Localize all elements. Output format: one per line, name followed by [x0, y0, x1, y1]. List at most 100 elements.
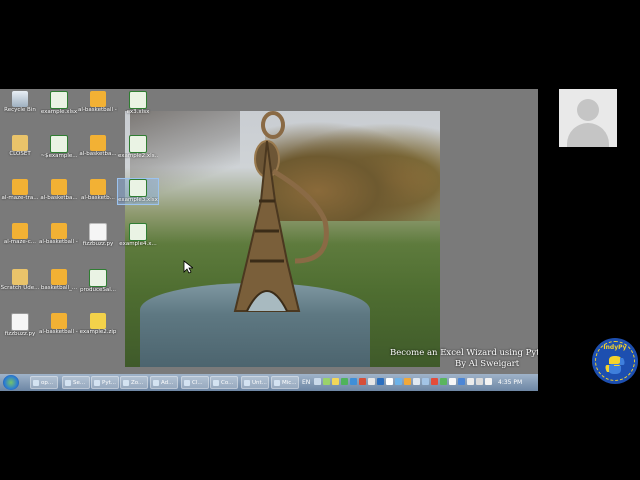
scratch-file-icon — [51, 269, 67, 285]
tray-app-icon[interactable] — [332, 378, 339, 385]
taskbar-button[interactable]: Unt... — [241, 376, 269, 389]
scratch-file-icon — [90, 91, 106, 107]
excel-file-icon — [50, 135, 68, 153]
desktop-icon[interactable]: example3.xlsx — [117, 178, 159, 205]
desktop-icon[interactable]: al-basketball - Copy (2).s... — [39, 313, 79, 336]
scratch-file-icon — [51, 179, 67, 195]
start-button[interactable] — [3, 375, 19, 390]
tray-app-icon[interactable] — [368, 378, 375, 385]
desktop-icon-label: ~$example... — [40, 153, 78, 159]
python-file-icon — [11, 313, 29, 331]
desktop-icon[interactable]: basketball_... — [39, 269, 79, 292]
tray-app-icon[interactable] — [413, 378, 420, 385]
desktop-icon[interactable]: fizzbuzz.py — [0, 313, 40, 338]
desktop-icon[interactable]: al-maze-tra... — [0, 179, 40, 202]
python-snake-icon — [605, 356, 625, 374]
taskbar-button[interactable]: Co... — [210, 376, 238, 389]
desktop-icon[interactable]: al-basketb... — [78, 179, 118, 202]
video-title-overlay: Become an Excel Wizard using Python Scri… — [390, 348, 538, 358]
tray-app-icon[interactable] — [449, 378, 456, 385]
mouse-cursor-icon — [183, 260, 193, 274]
desktop-icon[interactable]: CLOSET — [0, 135, 40, 158]
zip-file-icon — [90, 313, 106, 329]
desktop-screen: Recycle Binexample.xlsxal-basketball - C… — [0, 89, 538, 391]
desktop-icon-label: example.xlsx — [40, 109, 78, 115]
desktop-icon-label: example4.x... — [119, 241, 157, 247]
tray-app-icon[interactable] — [323, 378, 330, 385]
desktop-icon[interactable]: ~$example... — [39, 135, 79, 160]
desktop-icon-label: al-maze-c... — [3, 239, 37, 245]
desktop-icon[interactable]: example.xlsx — [39, 91, 79, 116]
desktop-icon[interactable]: al-maze-c... — [0, 223, 40, 246]
taskbar-button[interactable]: Pyt... — [91, 376, 119, 389]
text-file-icon — [89, 223, 107, 241]
desktop-icon-label: example2.zip — [79, 329, 117, 335]
excel-file-icon — [89, 269, 107, 287]
tray-app-icon[interactable] — [359, 378, 366, 385]
desktop-icon[interactable]: al-basketba... — [78, 135, 118, 158]
wallpaper-photo — [125, 111, 440, 367]
tray-app-icon[interactable] — [350, 378, 357, 385]
folder-icon — [12, 269, 28, 285]
taskbar-button[interactable]: Se... — [62, 376, 90, 389]
scratch-file-icon — [12, 223, 28, 239]
tray-app-icon[interactable] — [440, 378, 447, 385]
scratch-file-icon — [90, 179, 106, 195]
flag-icon[interactable] — [476, 378, 483, 385]
avatar-body — [567, 123, 609, 147]
desktop-icon-label: Scratch Ude... — [0, 285, 40, 291]
webcam-placeholder — [559, 89, 617, 147]
desktop-icon[interactable]: example2.zip — [78, 313, 118, 336]
tray-app-icon[interactable] — [386, 378, 393, 385]
taskbar: op... Se... Pyt... Zo... Ad... Cl... Co... Unt.… — [0, 374, 538, 391]
desktop-icon[interactable]: Recycle Bin — [0, 91, 40, 114]
desktop-icon[interactable]: ex3.xlsx — [118, 91, 158, 116]
tray-app-icon[interactable] — [404, 378, 411, 385]
desktop-icon[interactable]: al-basketba... — [39, 179, 79, 202]
tray-app-icon[interactable] — [377, 378, 384, 385]
desktop-icon-label: example2.xls... — [118, 153, 158, 159]
system-clock[interactable]: 4:35 PM — [498, 374, 522, 391]
desktop-icon-label: Recycle Bin — [4, 107, 36, 113]
recycle-bin-icon — [12, 91, 28, 107]
tray-app-icon[interactable] — [422, 378, 429, 385]
taskbar-button[interactable]: Ad... — [150, 376, 178, 389]
indypy-logo: IndyPy — [592, 338, 638, 384]
desktop-icon[interactable]: Scratch Ude... — [0, 269, 40, 292]
tray-app-icon[interactable] — [341, 378, 348, 385]
tray-app-icon[interactable] — [458, 378, 465, 385]
desktop-icon-label: al-basketball - Copy.sb2 — [39, 239, 79, 245]
taskbar-button[interactable]: Cl... — [181, 376, 209, 389]
scratch-file-icon — [51, 223, 67, 239]
scratch-file-icon — [51, 313, 67, 329]
taskbar-button[interactable]: Mic... — [271, 376, 299, 389]
avatar-head — [577, 99, 599, 121]
scratch-file-icon — [90, 135, 106, 151]
desktop-icon[interactable]: al-basketball - Copy.sb2 — [39, 223, 79, 246]
desktop-icon[interactable]: produceSal... — [78, 269, 118, 294]
desktop-icon-label: al-basketb... — [81, 195, 115, 201]
desktop-icon-label: al-basketba... — [40, 195, 78, 201]
excel-file-icon — [129, 91, 147, 109]
desktop-icon[interactable]: al-basketball - Copy (2).xlsx — [78, 91, 118, 114]
scratch-file-icon — [12, 179, 28, 195]
video-author-overlay: By Al Sweigart — [455, 359, 520, 369]
excel-file-icon — [50, 91, 68, 109]
tray-app-icon[interactable] — [395, 378, 402, 385]
desktop-icon[interactable]: example2.xls... — [118, 135, 158, 160]
network-icon[interactable] — [467, 378, 474, 385]
desktop-icon-label: basketball_... — [40, 285, 78, 291]
language-indicator[interactable]: EN — [302, 374, 310, 391]
desktop-icon-label: al-basketba... — [79, 151, 117, 157]
volume-icon[interactable] — [485, 378, 492, 385]
keyboard-icon[interactable] — [314, 378, 321, 385]
desktop-icon-label: fizzbuzz.py — [4, 331, 36, 337]
taskbar-button[interactable]: Zo... — [120, 376, 148, 389]
desktop-icon-label: ex3.xlsx — [126, 109, 150, 115]
taskbar-button[interactable]: op... — [30, 376, 58, 389]
desktop-icon[interactable]: example4.x... — [118, 223, 158, 248]
chrome-icon[interactable] — [431, 378, 438, 385]
letterbox-top — [0, 0, 640, 89]
folder-icon — [12, 135, 28, 151]
desktop-icon[interactable]: fizzbuzz.py — [78, 223, 118, 248]
